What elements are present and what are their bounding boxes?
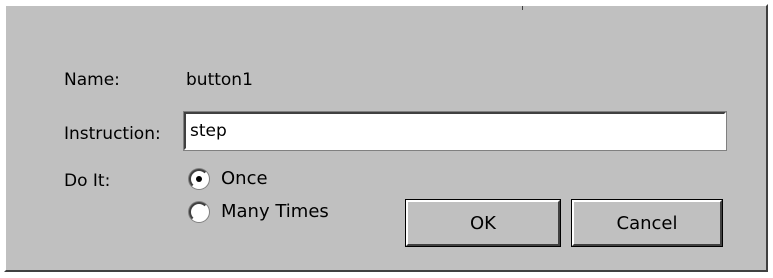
radio-many-times[interactable]: Many Times	[189, 202, 329, 222]
name-label: Name:	[64, 70, 120, 90]
radio-once-label: Once	[221, 168, 268, 189]
name-value: button1	[186, 70, 253, 90]
cancel-button[interactable]: Cancel	[571, 199, 723, 247]
radio-dot-icon	[196, 176, 202, 182]
ok-button[interactable]: OK	[405, 199, 561, 247]
radio-unselected-icon[interactable]	[189, 202, 209, 222]
instruction-label: Instruction:	[64, 124, 161, 144]
instruction-input[interactable]	[183, 111, 727, 151]
radio-many-times-label: Many Times	[221, 201, 329, 222]
radio-selected-icon[interactable]	[189, 169, 209, 189]
radio-once[interactable]: Once	[189, 169, 268, 189]
do-it-label: Do It:	[64, 171, 111, 191]
top-divider-tick	[522, 6, 523, 10]
button-properties-dialog: Name: button1 Instruction: Do It: Once M…	[4, 4, 768, 272]
